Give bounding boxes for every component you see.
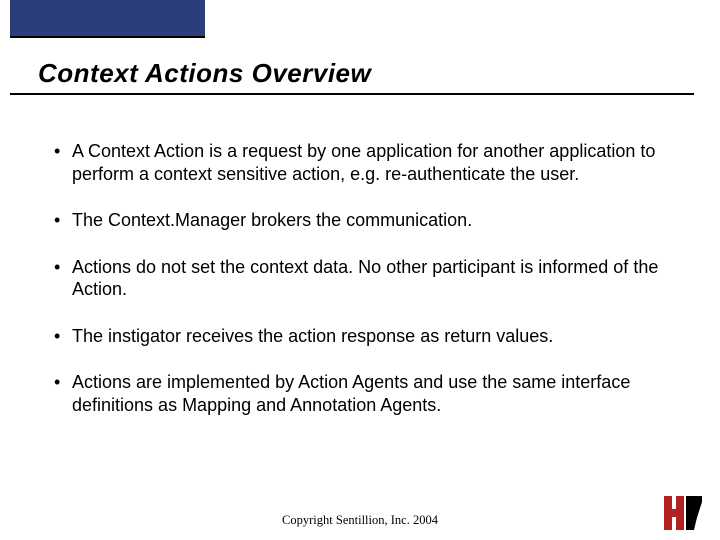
bullet-item: • The instigator receives the action res… [54, 325, 664, 348]
copyright-footer: Copyright Sentillion, Inc. 2004 [0, 513, 720, 528]
bullet-dot-icon: • [54, 209, 72, 232]
bullet-item: • A Context Action is a request by one a… [54, 140, 664, 185]
bullet-text: A Context Action is a request by one app… [72, 140, 664, 185]
bullet-item: • The Context.Manager brokers the commun… [54, 209, 664, 232]
bullet-dot-icon: • [54, 325, 72, 348]
bullet-text: Actions are implemented by Action Agents… [72, 371, 664, 416]
bullet-item: • Actions are implemented by Action Agen… [54, 371, 664, 416]
slide: Context Actions Overview • A Context Act… [0, 0, 720, 540]
bullet-text: The Context.Manager brokers the communic… [72, 209, 664, 232]
bullet-text: The instigator receives the action respo… [72, 325, 664, 348]
title-rule [10, 93, 694, 95]
hl7-logo-icon [662, 494, 704, 532]
bullet-dot-icon: • [54, 256, 72, 301]
bullet-dot-icon: • [54, 140, 72, 185]
slide-title: Context Actions Overview [38, 58, 371, 89]
bullet-item: • Actions do not set the context data. N… [54, 256, 664, 301]
slide-body: • A Context Action is a request by one a… [54, 140, 664, 440]
bullet-dot-icon: • [54, 371, 72, 416]
header-bar [10, 0, 205, 36]
header-divider [10, 36, 205, 38]
bullet-text: Actions do not set the context data. No … [72, 256, 664, 301]
